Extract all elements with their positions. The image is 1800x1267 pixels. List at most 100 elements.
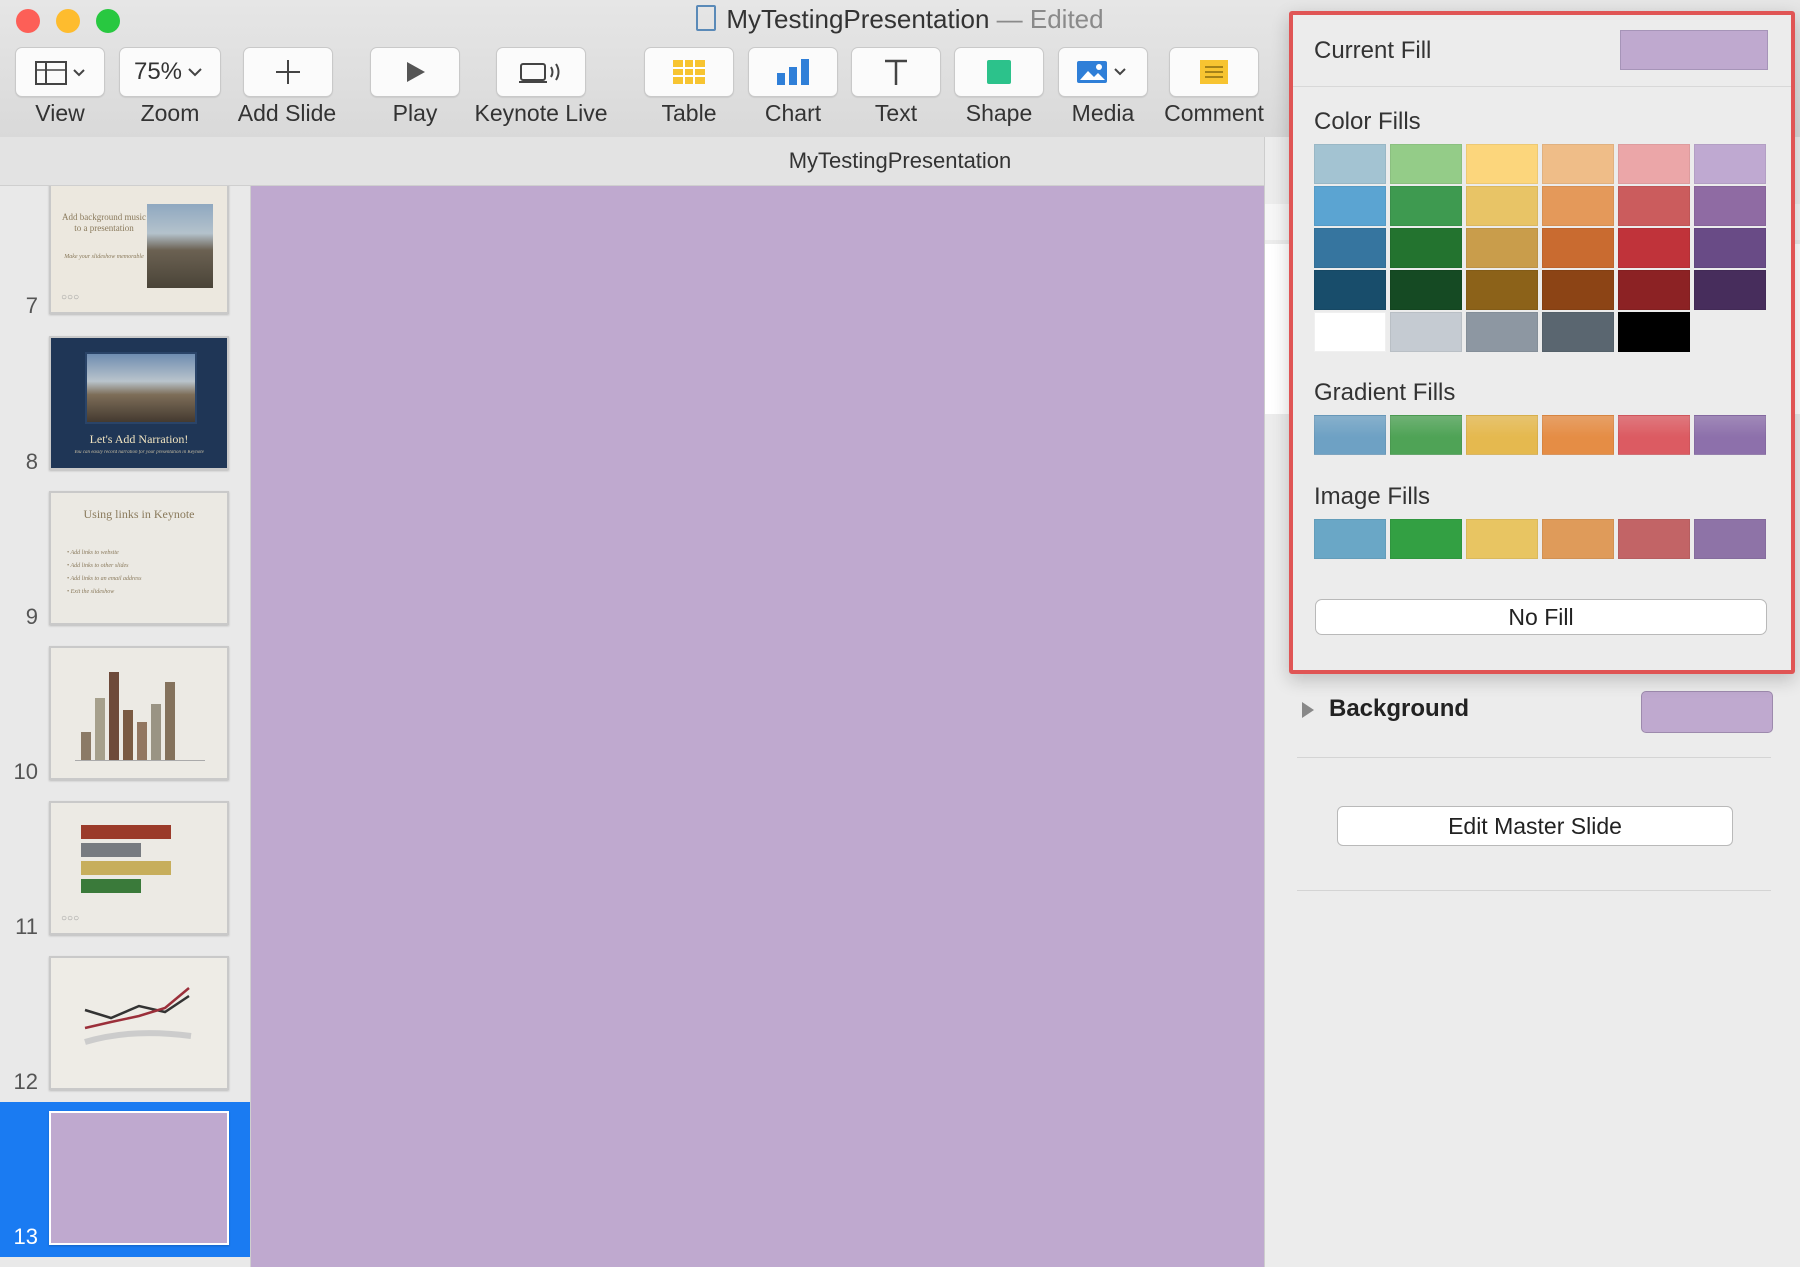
shape-button[interactable]	[954, 47, 1044, 97]
gradient-swatch[interactable]	[1466, 415, 1538, 455]
media-label: Media	[1071, 100, 1135, 126]
slide-number: 10	[13, 759, 38, 784]
no-fill-button[interactable]: No Fill	[1315, 599, 1767, 635]
slide-11-bar	[81, 861, 171, 875]
add-slide-button[interactable]	[243, 47, 333, 97]
color-swatch[interactable]	[1390, 186, 1462, 226]
color-swatch[interactable]	[1542, 270, 1614, 310]
image-fill-swatch[interactable]	[1542, 519, 1614, 559]
slide-number: 11	[15, 914, 38, 939]
add-slide-label: Add Slide	[237, 100, 337, 126]
color-swatch[interactable]	[1542, 312, 1614, 352]
slide-thumbnail-11[interactable]: ○○○	[49, 801, 229, 935]
zoom-select[interactable]: 75%	[119, 47, 221, 97]
window-title-text: MyTestingPresentation	[726, 4, 990, 34]
edit-master-slide-button[interactable]: Edit Master Slide	[1337, 806, 1733, 846]
disclosure-triangle-icon[interactable]	[1299, 700, 1317, 720]
media-icon	[1077, 61, 1126, 83]
bullet-item: • Exit the slideshow	[67, 589, 115, 595]
gradient-swatch[interactable]	[1694, 415, 1766, 455]
slide-8-subtitle: You can easily record narration for your…	[74, 450, 204, 455]
color-swatch[interactable]	[1618, 312, 1690, 352]
gradient-fills-label: Gradient Fills	[1314, 379, 1456, 406]
color-swatch[interactable]	[1466, 312, 1538, 352]
comment-button[interactable]	[1169, 47, 1259, 97]
slide-10-bar	[137, 722, 147, 760]
color-swatch[interactable]	[1542, 228, 1614, 268]
slide-7-title: Add background music to a presentation	[62, 212, 146, 233]
color-swatch[interactable]	[1390, 228, 1462, 268]
background-label: Background	[1329, 695, 1470, 722]
gradient-swatch[interactable]	[1390, 415, 1462, 455]
view-icon	[35, 61, 85, 85]
current-fill-swatch	[1620, 30, 1768, 70]
slide-10-bar	[95, 698, 105, 760]
slide-11-bar	[81, 825, 171, 839]
keynote-live-button[interactable]	[496, 47, 586, 97]
color-swatch[interactable]	[1694, 186, 1766, 226]
gradient-swatch[interactable]	[1314, 415, 1386, 455]
color-swatch[interactable]	[1694, 144, 1766, 184]
slide-thumbnail-10[interactable]	[49, 646, 229, 780]
color-swatch[interactable]	[1618, 228, 1690, 268]
slide-7-photo	[147, 204, 213, 288]
gradient-swatch[interactable]	[1618, 415, 1690, 455]
slide-11-bar	[81, 843, 141, 857]
chart-button[interactable]	[748, 47, 838, 97]
gradient-swatch[interactable]	[1542, 415, 1614, 455]
color-swatch[interactable]	[1314, 186, 1386, 226]
color-swatch[interactable]	[1618, 270, 1690, 310]
text-button[interactable]	[851, 47, 941, 97]
color-fills-label: Color Fills	[1314, 108, 1421, 135]
color-swatch[interactable]	[1390, 144, 1462, 184]
slide-8-photo	[85, 352, 197, 424]
audio-indicator-icon: ○○○	[61, 913, 80, 924]
slide-7-subtitle: Make your slideshow memorable	[64, 254, 144, 260]
color-swatch[interactable]	[1618, 186, 1690, 226]
slide-number: 8	[25, 449, 38, 474]
background-color-well[interactable]	[1641, 691, 1773, 733]
slide-navigator[interactable]: 7 Add background music to a presentation…	[0, 186, 251, 1267]
bullet-item: • Add links to website	[67, 550, 119, 556]
color-swatch[interactable]	[1694, 270, 1766, 310]
view-button[interactable]	[15, 47, 105, 97]
table-label: Table	[661, 100, 717, 126]
slide-12-line-chart	[84, 987, 192, 1045]
slide-thumbnail-12[interactable]	[49, 956, 229, 1090]
color-swatch[interactable]	[1466, 228, 1538, 268]
color-swatch[interactable]	[1314, 270, 1386, 310]
color-swatch[interactable]	[1390, 270, 1462, 310]
image-fill-swatch[interactable]	[1466, 519, 1538, 559]
image-fill-swatch[interactable]	[1618, 519, 1690, 559]
slide-thumbnail-8[interactable]: Let's Add Narration! You can easily reco…	[49, 336, 229, 470]
color-swatch[interactable]	[1542, 186, 1614, 226]
color-swatch[interactable]	[1618, 144, 1690, 184]
media-button[interactable]	[1058, 47, 1148, 97]
color-swatch[interactable]	[1466, 270, 1538, 310]
color-swatch[interactable]	[1466, 186, 1538, 226]
color-swatch[interactable]	[1390, 312, 1462, 352]
image-fill-swatch[interactable]	[1694, 519, 1766, 559]
slide-10-bar	[151, 704, 161, 760]
shape-label: Shape	[965, 100, 1033, 126]
slide-thumbnail-9[interactable]: Using links in Keynote • Add links to we…	[49, 491, 229, 625]
bullet-item: • Add links to an email address	[67, 576, 142, 582]
image-fills-label: Image Fills	[1314, 483, 1431, 510]
slide-thumbnail-13[interactable]	[49, 1111, 229, 1245]
image-fill-swatch[interactable]	[1314, 519, 1386, 559]
slide-9-title: Using links in Keynote	[83, 507, 195, 521]
image-fill-swatch[interactable]	[1390, 519, 1462, 559]
play-button[interactable]	[370, 47, 460, 97]
color-swatch[interactable]	[1694, 228, 1766, 268]
color-swatch[interactable]	[1314, 228, 1386, 268]
chart-label: Chart	[764, 100, 822, 126]
color-swatch[interactable]	[1542, 144, 1614, 184]
color-swatch[interactable]	[1314, 144, 1386, 184]
table-button[interactable]	[644, 47, 734, 97]
slide-11-bar	[81, 879, 141, 893]
view-label: View	[35, 100, 85, 126]
slide-canvas[interactable]	[251, 186, 1264, 1267]
color-swatch[interactable]	[1314, 312, 1386, 352]
slide-thumbnail-7[interactable]: Add background music to a presentation M…	[49, 186, 229, 314]
color-swatch[interactable]	[1466, 144, 1538, 184]
